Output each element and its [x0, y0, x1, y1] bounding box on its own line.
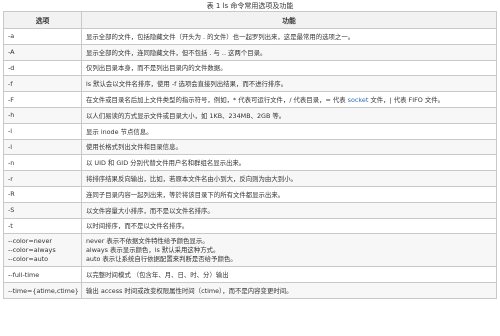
option-value: --color=auto — [8, 254, 49, 263]
description-cell: 将排序结果反向输出，比如，若原本文件名由小到大，反向则为由大到小。 — [81, 170, 497, 187]
table-caption: 表 1 ls 命令常用选项及功能 — [206, 2, 294, 10]
ls-options-table: 选项 功能 -a 显示全部的文件，包括隐藏文件（开头为 . 的文件）也一起罗列出… — [3, 11, 497, 299]
description-text: auto 表示让系统自行依据配置来判断是否给予颜色。 — [86, 254, 237, 263]
description-text: 文件，| 代表 FIFO 文件。 — [368, 96, 445, 105]
table-row: -S 以文件容量大小排序，而不是以文件名排序。 — [3, 201, 497, 219]
description-cell: 显示全部的文件，包括隐藏文件（开头为 . 的文件）也一起罗列出来，这是最常用的选… — [81, 28, 497, 45]
description-text: always 表示显示颜色，ls 默认采用这种方式。 — [86, 245, 220, 254]
option-value: --color=never — [8, 236, 53, 245]
description-cell: ls 默认会以文件名排序，使用 -f 选项会直接列出结果，而不进行排序。 — [81, 75, 497, 93]
table-row: --time={atime,ctime} 输出 access 时间或改变权限属性… — [3, 282, 497, 299]
option-cell: --full-time — [3, 266, 82, 284]
description-text: never 表示不依据文件特性给予颜色显示。 — [86, 236, 209, 245]
description-cell: 仅列出目录本身，而不是列出目录内的文件数据。 — [81, 59, 497, 77]
description-cell: 连同子目录内容一起列出来，等於将该目录下的所有文件都显示出来。 — [81, 185, 497, 203]
description-cell: 输出 access 时间或改变权限属性时间（ctime），而不是内容变更时间。 — [81, 282, 497, 299]
option-cell: -f — [3, 75, 82, 93]
option-cell: -h — [3, 106, 82, 124]
table-header-row: 选项 功能 — [3, 11, 497, 29]
description-cell: 在文件或目录名后加上文件类型的指示符号，例如，* 代表可运行文件，/ 代表目录，… — [81, 91, 497, 108]
table-row: -h 以人们易读的方式显示文件或目录大小，如 1KB、234MB、2GB 等。 — [3, 106, 497, 124]
description-cell: 以完整时间模式 （包含年、月、日、时、分）输出 — [81, 266, 497, 284]
table-row: -r 将排序结果反向输出，比如，若原本文件名由小到大，反向则为由大到小。 — [3, 170, 497, 187]
table-row: -d 仅列出目录本身，而不是列出目录内的文件数据。 — [3, 59, 497, 77]
description-cell: 使用长格式列出文件和目录信息。 — [81, 138, 497, 156]
table-row: -n 以 UID 和 GID 分别代替文件用户名和群组名显示出来。 — [3, 154, 497, 172]
option-cell: -t — [3, 217, 82, 235]
option-cell: --color=never --color=always --color=aut… — [3, 233, 82, 268]
socket-link[interactable]: socket — [348, 96, 369, 104]
option-value: --color=always — [8, 245, 56, 254]
option-cell: -S — [3, 201, 82, 219]
header-option: 选项 — [3, 11, 82, 29]
description-text: 在文件或目录名后加上文件类型的指示符号，例如，* 代表可运行文件，/ 代表目录，… — [86, 96, 348, 105]
option-cell: -r — [3, 170, 82, 187]
option-cell: -A — [3, 43, 82, 61]
option-cell: -l — [3, 138, 82, 156]
description-cell: 以人们易读的方式显示文件或目录大小，如 1KB、234MB、2GB 等。 — [81, 106, 497, 124]
table-row: -F 在文件或目录名后加上文件类型的指示符号，例如，* 代表可运行文件，/ 代表… — [3, 91, 497, 108]
table-row: --full-time 以完整时间模式 （包含年、月、日、时、分）输出 — [3, 266, 497, 284]
option-cell: -a — [3, 28, 82, 45]
description-cell: 以文件容量大小排序，而不是以文件名排序。 — [81, 201, 497, 219]
table-row: --color=never --color=always --color=aut… — [3, 233, 497, 268]
option-cell: -d — [3, 59, 82, 77]
option-cell: -n — [3, 154, 82, 172]
header-function: 功能 — [81, 11, 497, 29]
option-cell: --time={atime,ctime} — [3, 282, 82, 299]
description-cell: never 表示不依据文件特性给予颜色显示。 always 表示显示颜色，ls … — [81, 233, 497, 268]
description-cell: 显示全部的文件，连同隐藏文件，但不包括 . 与 .. 这两个目录。 — [81, 43, 497, 61]
table-row: -i 显示 inode 节点信息。 — [3, 122, 497, 140]
table-row: -R 连同子目录内容一起列出来，等於将该目录下的所有文件都显示出来。 — [3, 185, 497, 203]
description-cell: 显示 inode 节点信息。 — [81, 122, 497, 140]
option-cell: -R — [3, 185, 82, 203]
description-cell: 以时间排序，而不是以文件名排序。 — [81, 217, 497, 235]
table-row: -A 显示全部的文件，连同隐藏文件，但不包括 . 与 .. 这两个目录。 — [3, 43, 497, 61]
option-cell: -F — [3, 91, 82, 108]
description-cell: 以 UID 和 GID 分别代替文件用户名和群组名显示出来。 — [81, 154, 497, 172]
table-row: -l 使用长格式列出文件和目录信息。 — [3, 138, 497, 156]
option-cell: -i — [3, 122, 82, 140]
table-row: -a 显示全部的文件，包括隐藏文件（开头为 . 的文件）也一起罗列出来，这是最常… — [3, 28, 497, 45]
table-row: -f ls 默认会以文件名排序，使用 -f 选项会直接列出结果，而不进行排序。 — [3, 75, 497, 93]
table-row: -t 以时间排序，而不是以文件名排序。 — [3, 217, 497, 235]
